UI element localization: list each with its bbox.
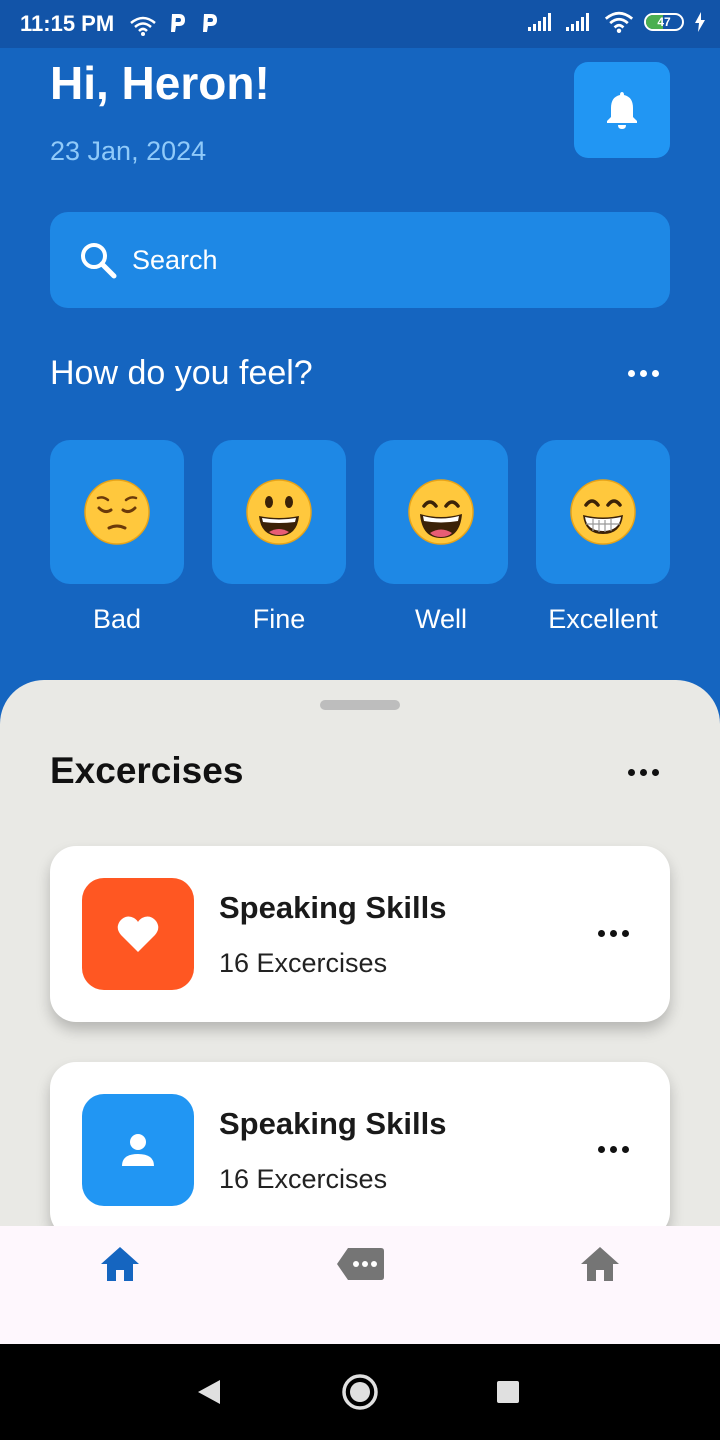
mood-label: Bad	[92, 604, 142, 634]
exercise-card-title: Speaking Skills	[219, 890, 447, 925]
exercises-title: Excercises	[50, 750, 244, 791]
exercise-card-icon-box	[82, 1094, 194, 1206]
greeting: Hi, Heron!	[50, 57, 270, 109]
home-icon	[581, 1247, 619, 1281]
signal-icon	[528, 13, 551, 31]
bell-icon	[607, 92, 637, 129]
search-bar[interactable]: Search	[50, 212, 670, 308]
exercise-card-subtitle: 16 Excercises	[219, 948, 388, 978]
back-icon[interactable]	[196, 1378, 222, 1406]
date-label: 23 Jan, 2024	[50, 136, 207, 166]
card-more-icon[interactable]	[598, 930, 629, 937]
sheet-drag-handle[interactable]	[320, 700, 400, 710]
smiling-face-icon	[408, 479, 474, 545]
feel-more-icon[interactable]	[628, 370, 659, 377]
battery-indicator: 47	[644, 13, 684, 31]
pensive-face-icon	[84, 479, 150, 545]
mood-fine[interactable]: Fine	[212, 440, 346, 635]
mood-excellent[interactable]: Excellent	[536, 440, 670, 635]
wifi-icon	[604, 11, 634, 33]
beaming-face-icon	[570, 479, 636, 545]
parking-app-icon	[200, 12, 220, 40]
status-bar: 11:15 PM 47	[0, 0, 720, 48]
exercise-card[interactable]: Speaking Skills 16 Excercises	[50, 1062, 670, 1226]
status-time: 11:15 PM	[20, 11, 115, 36]
recents-icon[interactable]	[497, 1381, 519, 1403]
home-icon	[101, 1247, 139, 1281]
notifications-button[interactable]	[574, 62, 670, 158]
battery-level: 47	[657, 15, 671, 29]
mood-well[interactable]: Well	[374, 440, 508, 635]
heart-icon	[117, 916, 159, 952]
nav-home-secondary[interactable]	[578, 1244, 622, 1284]
charging-icon	[695, 12, 705, 32]
exercise-card-subtitle: 16 Excercises	[219, 1164, 388, 1194]
mood-selector: Bad Fine Well Excellent	[50, 440, 670, 640]
feel-title: How do you feel?	[50, 354, 313, 392]
message-icon	[337, 1248, 384, 1280]
mood-label: Excellent	[548, 604, 658, 634]
search-placeholder: Search	[132, 244, 218, 275]
exercise-card-title: Speaking Skills	[219, 1106, 447, 1141]
wifi-icon	[130, 16, 156, 36]
header: Hi, Heron! 23 Jan, 2024 Search How do yo…	[0, 48, 720, 688]
grinning-face-icon	[246, 479, 312, 545]
parking-app-icon	[168, 12, 188, 40]
exercise-card[interactable]: Speaking Skills 16 Excercises	[50, 846, 670, 1022]
search-icon	[78, 240, 118, 280]
home-circle-icon[interactable]	[341, 1373, 379, 1411]
nav-home[interactable]	[98, 1244, 142, 1284]
signal-icon	[566, 13, 589, 31]
nav-messages[interactable]	[336, 1244, 386, 1284]
exercises-sheet: Excercises Speaking Skills 16 Excercises…	[0, 680, 720, 1226]
mood-label: Fine	[252, 604, 306, 634]
mood-label: Well	[414, 604, 467, 634]
card-more-icon[interactable]	[598, 1146, 629, 1153]
system-navigation-bar	[0, 1344, 720, 1440]
exercises-more-icon[interactable]	[628, 769, 659, 776]
person-icon	[122, 1134, 154, 1166]
mood-bad[interactable]: Bad	[50, 440, 184, 635]
exercise-card-icon-box	[82, 878, 194, 990]
bottom-navigation	[0, 1226, 720, 1344]
